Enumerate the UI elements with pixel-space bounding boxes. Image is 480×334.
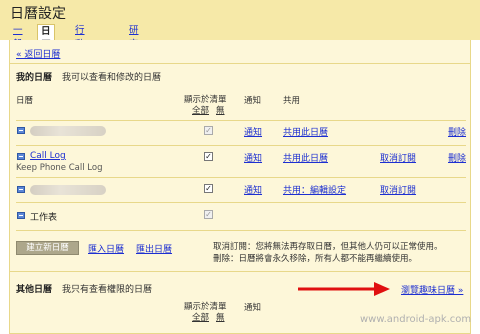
tab-calendars[interactable]: 日曆 (37, 24, 55, 51)
my-calendars-description: 我可以查看和修改的日曆 (62, 73, 162, 83)
page-title: 日曆設定 (10, 6, 66, 22)
calendar-name: 工作表 (30, 213, 58, 223)
import-calendar-link[interactable]: 匯入日曆 (88, 242, 124, 255)
red-arrow-annotation (298, 282, 390, 296)
share-edit-settings-link[interactable]: 共用：編輯設定 (283, 183, 346, 196)
column-notify: 通知 (244, 96, 262, 106)
calendar-icon (17, 153, 25, 160)
other-calendars-title: 其他日曆 (16, 285, 53, 295)
share-calendar-link[interactable]: 共用此日曆 (283, 125, 328, 138)
browse-interesting-calendars-link[interactable]: 瀏覽趣味日曆 » (401, 283, 463, 296)
calendar-icon (17, 127, 25, 134)
calendar-name-link[interactable]: Call Log (30, 151, 66, 161)
show-in-list-checkbox[interactable]: ✓ (204, 152, 213, 161)
show-all-link[interactable]: 全部 (192, 104, 209, 116)
show-in-list-checkbox: ✓ (204, 126, 213, 135)
show-in-list-checkbox: ✓ (204, 210, 213, 219)
divider (16, 145, 466, 146)
show-none-link[interactable]: 無 (216, 104, 225, 116)
create-calendar-button[interactable]: 建立新日曆 (16, 241, 79, 255)
tab-labs[interactable]: 研究室 (126, 24, 142, 64)
divider (16, 230, 466, 231)
column-share: 共用 (283, 96, 301, 106)
delete-link[interactable]: 刪除 (448, 151, 466, 164)
calendar-icon (17, 212, 25, 219)
unsubscribe-link[interactable]: 取消訂閱 (380, 151, 416, 164)
back-to-calendar-link[interactable]: « 返回日曆 (16, 47, 60, 60)
divider (9, 63, 471, 64)
my-calendars-title: 我的日曆 (16, 73, 53, 83)
unsubscribe-note: 取消訂閱：您將無法再存取日曆，但其他人仍可以正常使用。 (213, 242, 443, 252)
export-calendar-link[interactable]: 匯出日曆 (136, 242, 172, 255)
redacted-calendar-name (30, 185, 106, 195)
divider (16, 202, 466, 203)
share-calendar-link[interactable]: 共用此日曆 (283, 151, 328, 164)
divider (9, 271, 471, 272)
notify-link[interactable]: 通知 (244, 125, 262, 138)
divider (16, 120, 466, 121)
show-all-link[interactable]: 全部 (192, 311, 209, 323)
show-in-list-checkbox[interactable]: ✓ (204, 184, 213, 193)
other-calendars-description: 我只有查看權限的日曆 (62, 285, 153, 295)
watermark: www.android-apk.com (360, 314, 472, 325)
tab-mobile[interactable]: 行動設定 (72, 24, 88, 78)
divider (16, 177, 466, 178)
unsubscribe-link[interactable]: 取消訂閱 (380, 183, 416, 196)
column-calendar: 日曆 (16, 96, 34, 106)
calendar-icon (17, 186, 25, 193)
delete-note: 刪除：日曆將會永久移除，所有人都不能再繼續使用。 (213, 254, 418, 264)
delete-link[interactable]: 刪除 (448, 125, 466, 138)
notify-link[interactable]: 通知 (244, 183, 262, 196)
show-none-link[interactable]: 無 (216, 311, 225, 323)
column-notify: 通知 (244, 303, 262, 313)
settings-header: 日曆設定 一般 日曆 行動設定 研究室 (0, 0, 480, 78)
redacted-calendar-name (30, 126, 106, 136)
notify-link[interactable]: 通知 (244, 151, 262, 164)
tab-general[interactable]: 一般 (10, 24, 26, 50)
calendar-description: Keep Phone Call Log (16, 163, 103, 173)
